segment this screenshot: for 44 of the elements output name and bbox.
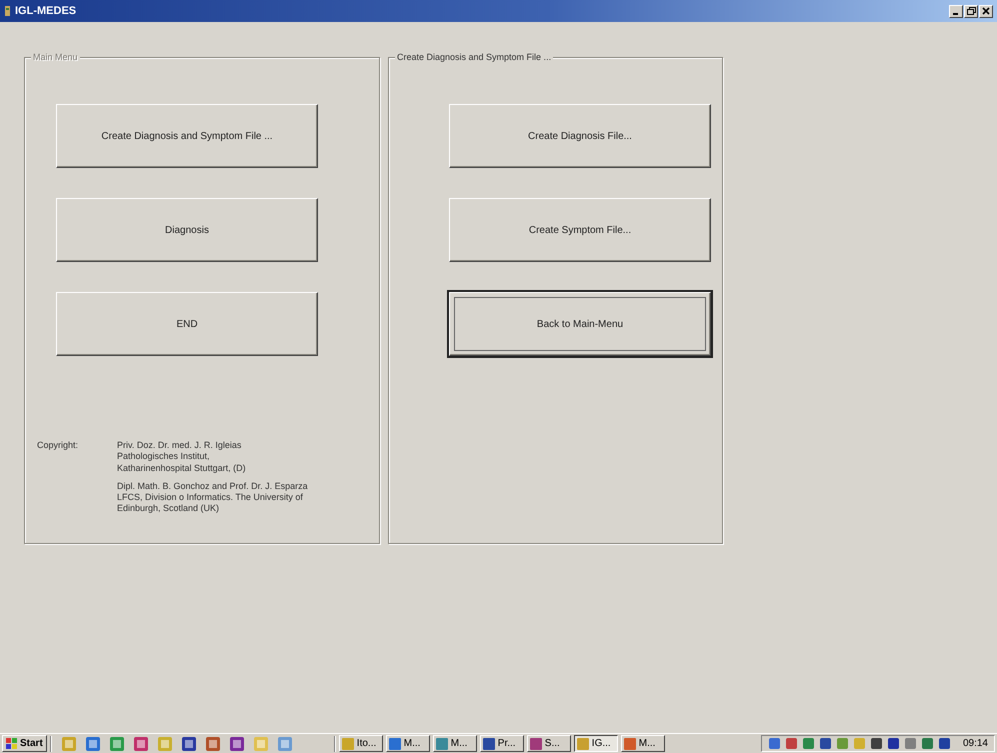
taskbar-button[interactable]: IG... [574,735,618,752]
close-button[interactable] [979,4,993,18]
start-button[interactable]: Start [2,735,47,752]
clock: 09:14 [962,738,988,749]
restore-icon [966,7,976,15]
taskbar-button[interactable]: M... [386,735,430,752]
window-title: IGL-MEDES [15,5,78,17]
app-icon [4,5,12,17]
app-icon [342,738,354,750]
app-icon [624,738,636,750]
quick-launch-icon[interactable] [84,736,101,752]
windows-logo-icon [6,738,18,749]
minimize-button[interactable] [949,4,963,18]
tray-icon[interactable] [886,737,900,750]
quick-launch-icon[interactable] [204,736,221,752]
taskbar-button[interactable]: M... [620,735,665,752]
app-icon [482,738,495,750]
taskbar-button[interactable]: Pr... [480,735,524,752]
tray-icon[interactable] [870,737,883,750]
group-label: Main Menu [31,52,80,62]
app-icon [576,738,589,750]
restore-button[interactable] [964,4,978,18]
app-icon [436,738,448,750]
app-icon [388,738,401,750]
copyright-label: Copyright: [37,440,80,452]
tray-icon[interactable] [920,737,934,750]
menu-button[interactable]: Create Diagnosis File... [449,104,711,168]
copyright-text: Dipl. Math. B. Gonchoz and Prof. Dr. J. Esparza LFCS, Division o Informatics. The University of Edinburgh, Scotland (UK) [117,480,309,514]
taskbar-button[interactable]: Ito... [338,735,383,752]
taskbar-button[interactable]: S... [526,735,571,752]
copyright-text: Priv. Doz. Dr. med. J. R. Igleias Pathologisches Institut, Katharinenhospital Stuttgart, (D) [117,440,247,474]
tray-icon[interactable] [768,737,781,750]
tray-icon[interactable] [784,737,798,750]
close-icon [982,7,990,15]
group-label: Create Diagnosis and Symptom File ... [395,52,554,62]
quick-launch-icon[interactable] [132,736,149,752]
menu-button[interactable]: Back to Main-Menu [449,292,711,356]
menu-button[interactable]: Create Symptom File... [449,198,711,262]
tray-icon[interactable] [818,737,832,750]
tray-icon[interactable] [938,737,951,750]
quick-launch-icon[interactable] [180,736,197,752]
app-icon [530,738,542,750]
taskbar-button[interactable]: M... [432,735,477,752]
quick-launch-icon[interactable] [228,736,245,752]
